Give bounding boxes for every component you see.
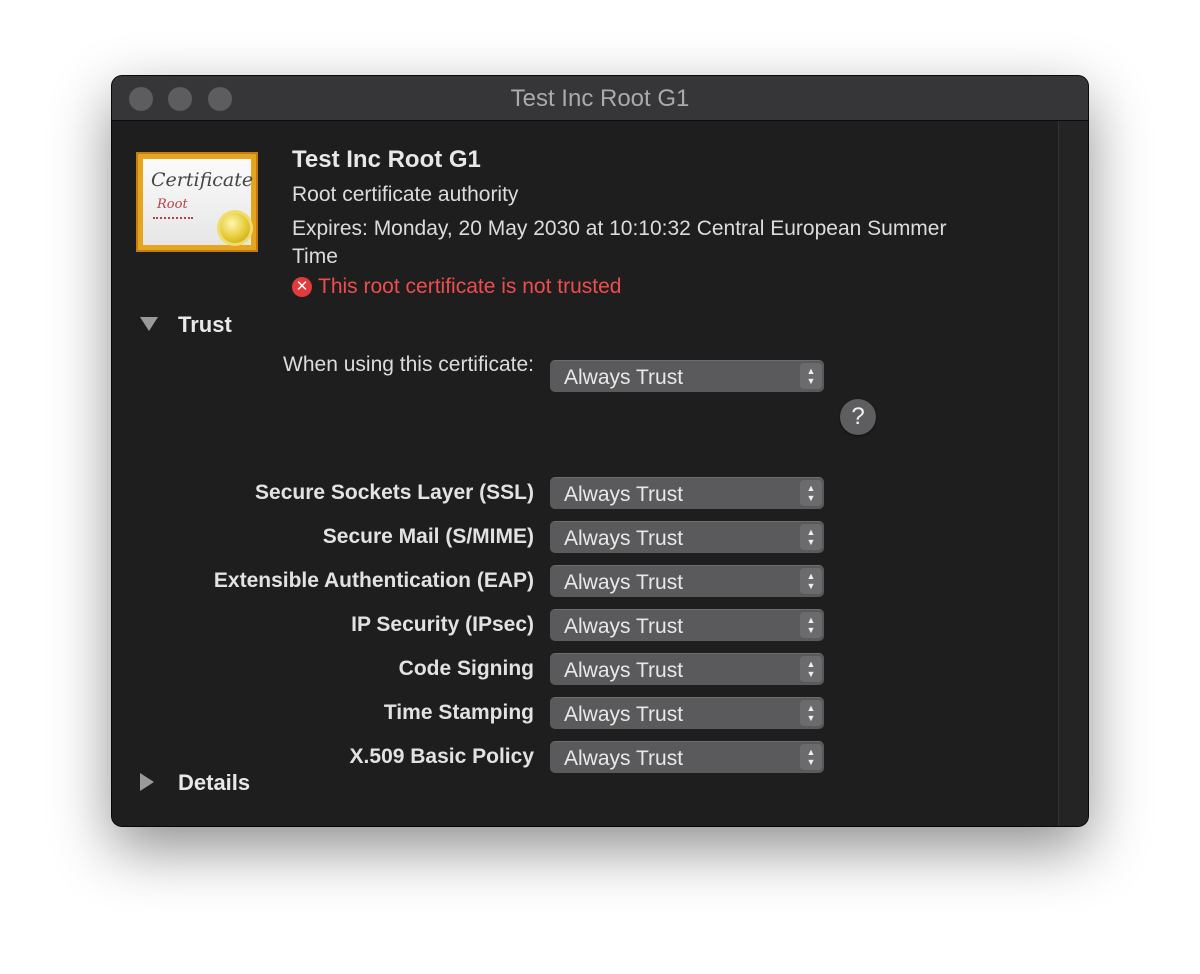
policy-select-value: Always Trust bbox=[564, 659, 684, 682]
window-title: Test Inc Root G1 bbox=[510, 85, 690, 112]
error-icon: ✕ bbox=[292, 277, 312, 297]
details-section-title[interactable]: Details bbox=[178, 770, 250, 796]
policy-select-value: Always Trust bbox=[564, 527, 684, 550]
policy-label: Secure Mail (S/MIME) bbox=[322, 525, 534, 548]
details-disclosure-triangle-icon[interactable] bbox=[140, 773, 154, 791]
policy-select-value: Always Trust bbox=[564, 747, 684, 770]
policy-label: Time Stamping bbox=[383, 701, 534, 724]
policy-select[interactable]: Always Trust ▲ ▼ bbox=[550, 697, 824, 729]
certificate-window: Test Inc Root G1 Certificate Root Test I… bbox=[112, 76, 1088, 826]
policy-label: Code Signing bbox=[398, 657, 534, 680]
up-down-chevron-icon: ▲ ▼ bbox=[800, 480, 822, 506]
trust-status: ✕ This root certificate is not trusted bbox=[292, 275, 621, 299]
content-area: Certificate Root Test Inc Root G1 Root c… bbox=[112, 121, 1058, 826]
policy-select[interactable]: Always Trust ▲ ▼ bbox=[550, 741, 824, 773]
certificate-kind: Root certificate authority bbox=[292, 183, 519, 206]
up-down-chevron-icon: ▲ ▼ bbox=[800, 656, 822, 682]
trust-disclosure-triangle-icon[interactable] bbox=[140, 317, 158, 331]
policy-label: IP Security (IPsec) bbox=[351, 613, 534, 636]
up-down-chevron-icon: ▲ ▼ bbox=[800, 612, 822, 638]
policy-select[interactable]: Always Trust ▲ ▼ bbox=[550, 609, 824, 641]
policy-select[interactable]: Always Trust ▲ ▼ bbox=[550, 653, 824, 685]
scrollbar[interactable] bbox=[1058, 121, 1088, 826]
policy-select[interactable]: Always Trust ▲ ▼ bbox=[550, 521, 824, 553]
trust-section-title[interactable]: Trust bbox=[178, 312, 232, 338]
policy-label: Extensible Authentication (EAP) bbox=[213, 569, 534, 592]
policy-select-value: Always Trust bbox=[564, 615, 684, 638]
certificate-icon: Certificate Root bbox=[136, 152, 258, 252]
title-bar: Test Inc Root G1 bbox=[112, 76, 1088, 121]
certificate-expiry: Expires: Monday, 20 May 2030 at 10:10:32… bbox=[292, 217, 947, 268]
when-using-select[interactable]: Always Trust ▲ ▼ bbox=[550, 360, 824, 392]
up-down-chevron-icon: ▲ ▼ bbox=[800, 700, 822, 726]
policy-select[interactable]: Always Trust ▲ ▼ bbox=[550, 477, 824, 509]
policy-label: X.509 Basic Policy bbox=[349, 745, 534, 768]
policy-select-value: Always Trust bbox=[564, 483, 684, 506]
up-down-chevron-icon: ▲ ▼ bbox=[800, 568, 822, 594]
up-down-chevron-icon: ▲ ▼ bbox=[800, 363, 822, 389]
up-down-chevron-icon: ▲ ▼ bbox=[800, 744, 822, 770]
certificate-flourish bbox=[153, 217, 193, 220]
certificate-icon-word: Certificate bbox=[151, 169, 254, 191]
certificate-icon-subtext: Root bbox=[157, 197, 188, 212]
certificate-name: Test Inc Root G1 bbox=[292, 146, 481, 173]
policy-label: Secure Sockets Layer (SSL) bbox=[255, 481, 534, 504]
policy-select[interactable]: Always Trust ▲ ▼ bbox=[550, 565, 824, 597]
when-using-label: When using this certificate: bbox=[283, 353, 534, 376]
trust-status-text: This root certificate is not trusted bbox=[318, 275, 622, 298]
policy-select-value: Always Trust bbox=[564, 703, 684, 726]
help-button[interactable]: ? bbox=[840, 399, 876, 435]
up-down-chevron-icon: ▲ ▼ bbox=[800, 524, 822, 550]
certificate-seal-icon bbox=[220, 213, 250, 243]
policy-select-value: Always Trust bbox=[564, 571, 684, 594]
when-using-value: Always Trust bbox=[564, 366, 684, 389]
certificate-icon-paper: Certificate Root bbox=[143, 159, 254, 245]
